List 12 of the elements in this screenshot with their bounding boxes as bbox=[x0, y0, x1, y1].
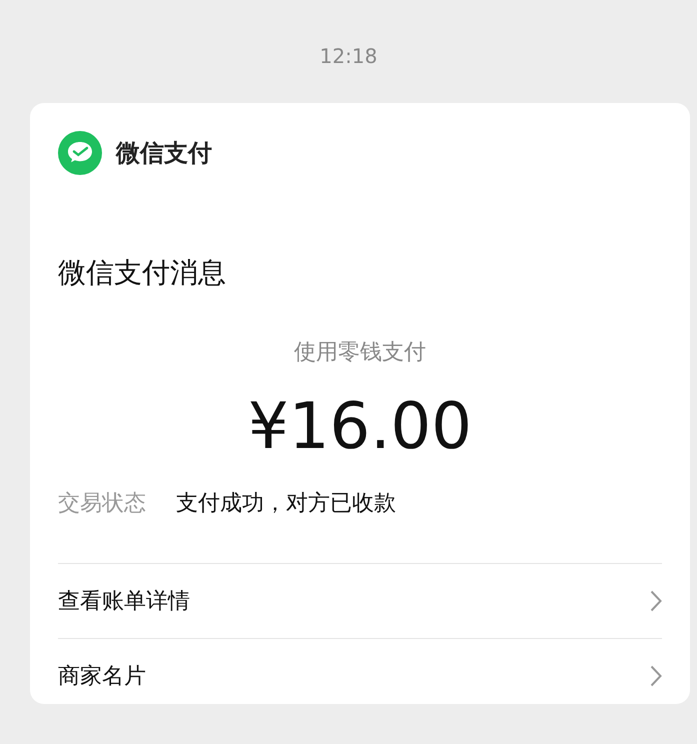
chevron-right-icon bbox=[650, 590, 662, 612]
link-row[interactable]: 商家名片 bbox=[58, 638, 662, 713]
chevron-right-icon bbox=[650, 665, 662, 687]
link-row[interactable]: 查看账单详情 bbox=[58, 563, 662, 638]
field-label: 交易状态 bbox=[58, 490, 146, 518]
field-value: 支付成功，对方已收款 bbox=[176, 490, 396, 518]
payment-amount: ¥16.00 bbox=[247, 389, 473, 466]
chat-bubble-check-icon bbox=[58, 131, 102, 175]
payment-method: 使用零钱支付 bbox=[293, 339, 427, 367]
message-time: 12:18 bbox=[318, 43, 378, 69]
message-title: 微信支付消息 bbox=[58, 255, 227, 291]
brand-name: 微信支付 bbox=[116, 138, 212, 169]
